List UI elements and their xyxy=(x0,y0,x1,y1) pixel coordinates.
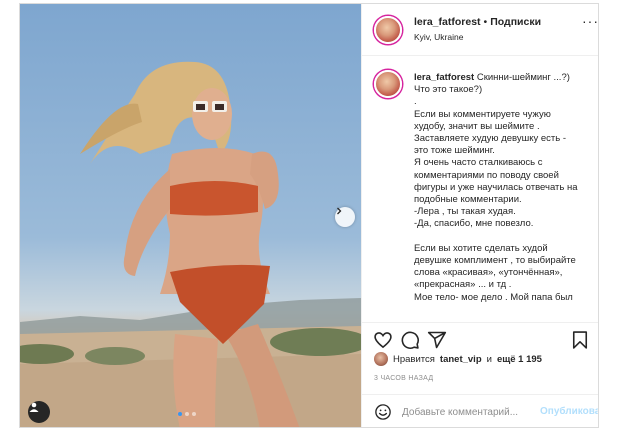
comment-icon[interactable] xyxy=(400,330,420,350)
caption-line: Я очень часто сталкиваюсь с xyxy=(414,157,543,169)
author-avatar[interactable] xyxy=(374,16,402,44)
caption-line: худобу, значит вы шеймите . xyxy=(414,120,540,132)
more-options-icon[interactable]: ··· xyxy=(582,14,598,28)
caption-line: Заставляете худую девушку есть - xyxy=(414,133,567,145)
caption-line: -Лера , ты такая худая. xyxy=(414,206,516,218)
post-caption: lera_fatforest Скинни-шейминг ...?) Что … xyxy=(414,72,594,304)
author-line: lera_fatforest • Подписки xyxy=(414,16,541,28)
caption-author-avatar[interactable] xyxy=(374,70,402,98)
liker-username[interactable]: tanet_vip xyxy=(440,354,482,365)
caption-line: слова «красивая», «утончённая», xyxy=(414,267,563,279)
caption-line: . xyxy=(414,96,417,108)
share-icon[interactable] xyxy=(427,330,447,350)
carousel-dot xyxy=(185,412,189,416)
likes-prefix: Нравится xyxy=(393,353,435,365)
post-sidebar: lera_fatforest • Подписки Kyiv, Ukraine ··… xyxy=(361,4,598,427)
caption-line: это тоже шейминг. xyxy=(414,145,495,157)
photo-scene xyxy=(20,61,361,427)
caption-username[interactable]: lera_fatforest xyxy=(414,72,474,83)
caption-line: lera_fatforest Скинни-шейминг ...?) xyxy=(414,72,594,84)
carousel-dot xyxy=(178,412,182,416)
bookmark-icon[interactable] xyxy=(570,330,590,350)
caption-line: -Да, спасибо, мне повезло. xyxy=(414,218,534,230)
caption-first-line: Скинни-шейминг ...?) xyxy=(476,72,570,83)
liker-avatar[interactable] xyxy=(374,352,388,366)
caption-line: Мое тело- мое дело . Мой папа был xyxy=(414,291,573,303)
following-button[interactable]: Подписки xyxy=(490,16,541,28)
heart-icon[interactable] xyxy=(373,330,393,350)
separator: • xyxy=(483,16,488,28)
caption-line: Если вы комментируете чужую xyxy=(414,108,551,120)
carousel-indicator xyxy=(178,412,196,416)
action-bar xyxy=(362,322,598,352)
comments-area[interactable]: lera_fatforest Скинни-шейминг ...?) Что … xyxy=(362,56,598,322)
post-header: lera_fatforest • Подписки Kyiv, Ukraine ··… xyxy=(362,4,598,56)
post-photo[interactable] xyxy=(20,4,361,427)
next-photo-button[interactable] xyxy=(335,207,355,227)
post-timestamp[interactable]: 3 ЧАСОВ НАЗАД xyxy=(374,375,433,382)
chevron-right-icon xyxy=(337,207,342,215)
likes-conjunction: и xyxy=(486,353,492,365)
post-dialog: lera_fatforest • Подписки Kyiv, Ukraine ··… xyxy=(19,3,599,428)
caption-line: подобные комментарии. xyxy=(414,194,522,206)
caption-line: фигуры и уже научилась отвечать на xyxy=(414,181,578,193)
tagged-users-button[interactable] xyxy=(28,401,50,423)
comment-input[interactable] xyxy=(402,404,542,420)
likes-summary: Нравится tanet_vip и ещё 1 195 xyxy=(374,352,542,366)
caption-line: девушке комплимент , то выбирайте xyxy=(414,255,576,267)
likes-count[interactable]: ещё 1 195 xyxy=(497,354,542,365)
author-username[interactable]: lera_fatforest xyxy=(414,16,481,28)
add-comment-bar: Опубликовать xyxy=(362,394,598,427)
caption-line: комментариями по поводу своей xyxy=(414,169,559,181)
carousel-dot xyxy=(192,412,196,416)
caption-line: Если вы хотите сделать худой xyxy=(414,242,548,254)
publish-button[interactable]: Опубликовать xyxy=(540,406,598,417)
caption-line: Что это такое?) xyxy=(414,84,483,96)
caption-line: «прекрасная» ... и тд . xyxy=(414,279,512,291)
location-link[interactable]: Kyiv, Ukraine xyxy=(414,32,463,42)
caption-line xyxy=(414,231,594,243)
user-icon xyxy=(29,402,39,412)
emoji-icon[interactable] xyxy=(374,403,392,421)
